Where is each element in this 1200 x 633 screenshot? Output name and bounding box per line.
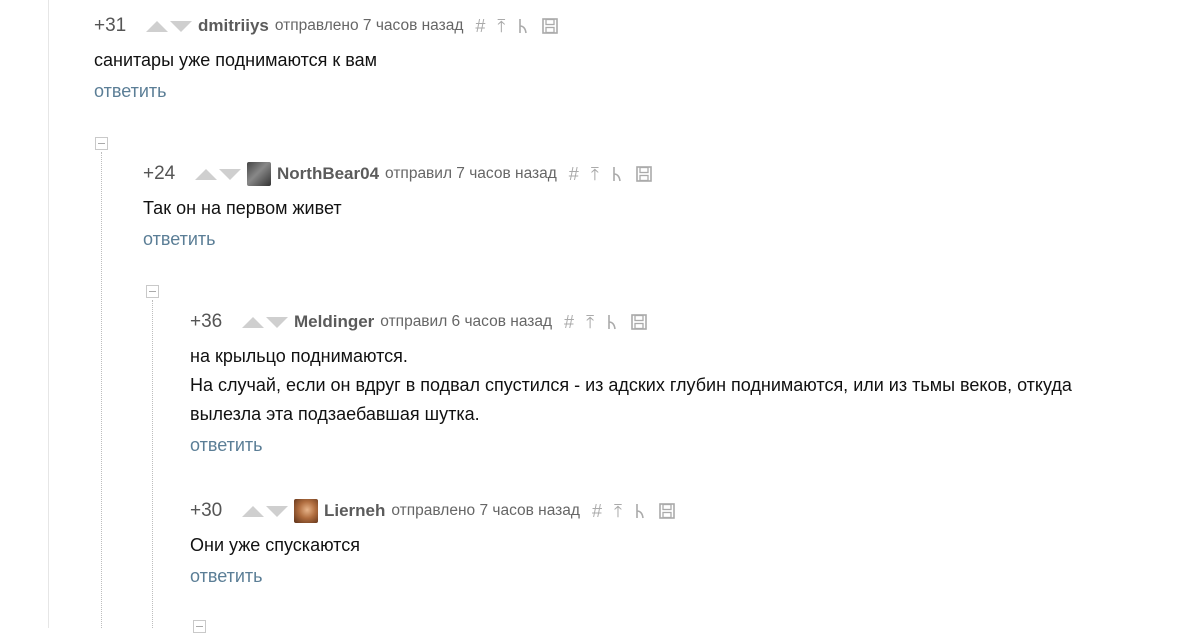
downvote-icon[interactable] [266, 316, 288, 328]
collapse-thread-button[interactable] [95, 137, 108, 150]
comment-dmitriiys: +31 dmitriiys отправлено 7 часов назад #… [94, 14, 559, 102]
branch-icon[interactable] [606, 313, 618, 331]
branch-icon[interactable] [517, 17, 529, 35]
comment-rating: +36 [190, 311, 223, 332]
comment-header: +36 Meldinger отправил 6 часов назад # ⤒ [190, 310, 1072, 334]
comment-text: санитары уже поднимаются к вам [94, 46, 559, 75]
page-divider-line [48, 0, 49, 628]
comment-text-line: Они уже спускаются [190, 535, 360, 555]
collapse-thread-button[interactable] [146, 285, 159, 298]
comment-northbear04: +24 NorthBear04 отправил 7 часов назад #… [143, 162, 653, 250]
comment-header: +30 Lierneh отправлено 7 часов назад # ⤒ [190, 499, 676, 523]
parent-comment-icon[interactable]: ⤒ [591, 164, 599, 185]
permalink-icon[interactable]: # [592, 501, 602, 522]
comment-rating: +31 [94, 15, 127, 36]
comment-author[interactable]: dmitriiys [198, 16, 269, 36]
comment-lierneh: +30 Lierneh отправлено 7 часов назад # ⤒… [190, 499, 676, 587]
permalink-icon[interactable]: # [569, 164, 579, 185]
collapse-thread-button[interactable] [193, 620, 206, 633]
comment-author[interactable]: Lierneh [324, 501, 385, 521]
comment-text: на крыльцо поднимаются. На случай, если … [190, 342, 1072, 429]
comment-tools: # ⤒ [569, 164, 653, 185]
comment-rating: +30 [190, 500, 223, 521]
comment-text-line: Так он на первом живет [143, 198, 342, 218]
thread-line [152, 300, 153, 628]
comment-timestamp: отправлено 7 часов назад [274, 17, 464, 34]
permalink-icon[interactable]: # [564, 312, 574, 333]
save-icon[interactable] [630, 313, 648, 331]
comment-text: Они уже спускаются [190, 531, 676, 560]
vote-controls [146, 20, 192, 32]
vote-controls [195, 168, 241, 180]
save-icon[interactable] [658, 502, 676, 520]
parent-comment-icon[interactable]: ⤒ [614, 501, 622, 522]
parent-comment-icon[interactable]: ⤒ [497, 16, 505, 37]
comment-rating: +24 [143, 163, 176, 184]
comment-timestamp: отправлено 7 часов назад [391, 502, 580, 519]
save-icon[interactable] [635, 165, 653, 183]
downvote-icon[interactable] [170, 20, 192, 32]
comment-timestamp: отправил 7 часов назад [385, 165, 557, 182]
comment-author[interactable]: Meldinger [294, 312, 374, 332]
avatar[interactable] [294, 499, 318, 523]
downvote-icon[interactable] [266, 505, 288, 517]
branch-icon[interactable] [611, 165, 623, 183]
downvote-icon[interactable] [219, 168, 241, 180]
comment-text-line: вылезла эта подзаебавшая шутка. [190, 404, 480, 424]
upvote-icon[interactable] [195, 168, 217, 180]
vote-controls [242, 316, 288, 328]
vote-controls [242, 505, 288, 517]
comment-text-line: на крыльцо поднимаются. [190, 346, 408, 366]
reply-link[interactable]: ответить [190, 566, 263, 587]
comment-tools: # ⤒ [475, 16, 559, 37]
reply-link[interactable]: ответить [143, 229, 216, 250]
comment-timestamp: отправил 6 часов назад [380, 313, 553, 330]
upvote-icon[interactable] [242, 505, 264, 517]
comment-text: Так он на первом живет [143, 194, 653, 223]
permalink-icon[interactable]: # [475, 16, 485, 37]
avatar[interactable] [247, 162, 271, 186]
comment-text-line: На случай, если он вдруг в подвал спусти… [190, 375, 1072, 395]
comment-tools: # ⤒ [592, 501, 676, 522]
comment-header: +24 NorthBear04 отправил 7 часов назад #… [143, 162, 653, 186]
comment-text-line: санитары уже поднимаются к вам [94, 50, 378, 70]
comment-tools: # ⤒ [564, 312, 648, 333]
parent-comment-icon[interactable]: ⤒ [586, 312, 594, 333]
upvote-icon[interactable] [242, 316, 264, 328]
upvote-icon[interactable] [146, 20, 168, 32]
comment-header: +31 dmitriiys отправлено 7 часов назад #… [94, 14, 559, 38]
branch-icon[interactable] [634, 502, 646, 520]
reply-link[interactable]: ответить [190, 435, 263, 456]
thread-line [101, 152, 102, 628]
save-icon[interactable] [541, 17, 559, 35]
comment-meldinger: +36 Meldinger отправил 6 часов назад # ⤒… [190, 310, 1072, 456]
reply-link[interactable]: ответить [94, 81, 167, 102]
comment-author[interactable]: NorthBear04 [277, 164, 379, 184]
